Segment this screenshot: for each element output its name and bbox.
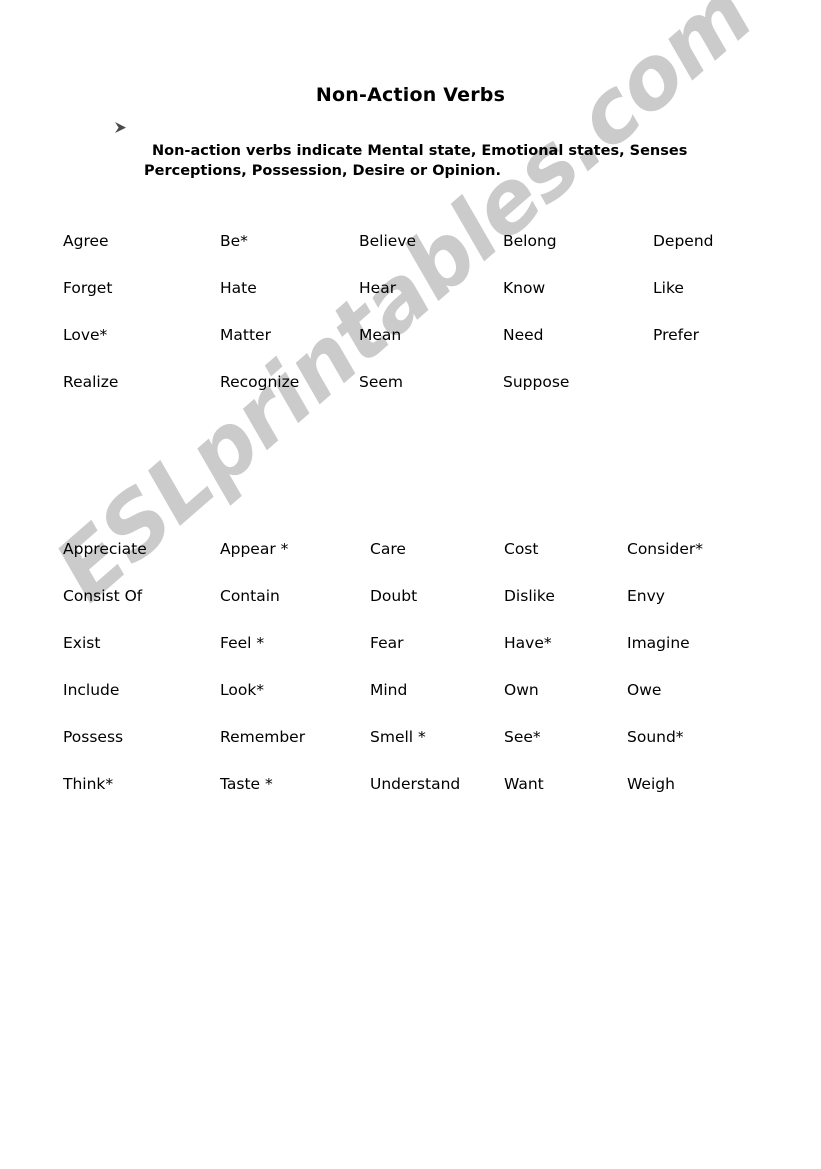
verb-item: Cost bbox=[504, 540, 539, 558]
verb-item: Know bbox=[503, 279, 546, 297]
verb-item: Dislike bbox=[504, 587, 555, 605]
page-title: Non-Action Verbs bbox=[315, 84, 506, 106]
verb-row: Realize Recognize Seem Suppose bbox=[0, 372, 821, 419]
verb-item: Depend bbox=[653, 232, 714, 250]
verb-list-group-1: Agree Be* Believe Belong Depend Forget H… bbox=[0, 231, 821, 419]
arrowhead-bullet-icon bbox=[112, 119, 130, 137]
verb-item: Look* bbox=[220, 681, 265, 699]
verb-item: Care bbox=[370, 540, 406, 558]
verb-item: Contain bbox=[220, 587, 280, 605]
verb-item: Feel * bbox=[220, 634, 265, 652]
intro-line-1: Non-action verbs indicate Mental state, … bbox=[152, 143, 688, 159]
verb-row: Think* Taste * Understand Want Weigh bbox=[0, 774, 821, 821]
verb-item: Imagine bbox=[627, 634, 690, 652]
verb-row: Appreciate Appear * Care Cost Consider* bbox=[0, 539, 821, 586]
verb-item: Appear * bbox=[220, 540, 289, 558]
verb-item: Have* bbox=[504, 634, 552, 652]
verb-row: Possess Remember Smell * See* Sound* bbox=[0, 727, 821, 774]
verb-item: Smell * bbox=[370, 728, 426, 746]
verb-item: Consider* bbox=[627, 540, 704, 558]
verb-item: Recognize bbox=[220, 373, 300, 391]
verb-item: Agree bbox=[63, 232, 109, 250]
verb-item: Belong bbox=[503, 232, 557, 250]
verb-row: Consist Of Contain Doubt Dislike Envy bbox=[0, 586, 821, 633]
verb-item: Mind bbox=[370, 681, 408, 699]
verb-item: Want bbox=[504, 775, 544, 793]
verb-item: Appreciate bbox=[63, 540, 147, 558]
verb-item: Envy bbox=[627, 587, 665, 605]
verb-item: Believe bbox=[359, 232, 417, 250]
verb-item: Need bbox=[503, 326, 544, 344]
verb-item: Realize bbox=[63, 373, 119, 391]
intro-description: Non-action verbs indicate Mental state, … bbox=[144, 141, 764, 181]
verb-row: Agree Be* Believe Belong Depend bbox=[0, 231, 821, 278]
verb-item: Taste * bbox=[220, 775, 273, 793]
verb-item: Forget bbox=[63, 279, 113, 297]
verb-item: Possess bbox=[63, 728, 124, 746]
verb-item: Matter bbox=[220, 326, 271, 344]
intro-line-2: Perceptions, Possession, Desire or Opini… bbox=[144, 163, 501, 179]
verb-row: Love* Matter Mean Need Prefer bbox=[0, 325, 821, 372]
verb-item: Be* bbox=[220, 232, 248, 250]
verb-item: See* bbox=[504, 728, 541, 746]
verb-list-group-2: Appreciate Appear * Care Cost Consider* … bbox=[0, 539, 821, 821]
verb-item: Like bbox=[653, 279, 684, 297]
verb-item: Seem bbox=[359, 373, 404, 391]
verb-item: Exist bbox=[63, 634, 101, 652]
verb-item: Fear bbox=[370, 634, 404, 652]
verb-item: Owe bbox=[627, 681, 662, 699]
verb-item: Suppose bbox=[503, 373, 570, 391]
verb-item: Think* bbox=[63, 775, 114, 793]
verb-row: Forget Hate Hear Know Like bbox=[0, 278, 821, 325]
verb-item: Mean bbox=[359, 326, 402, 344]
verb-item: Doubt bbox=[370, 587, 418, 605]
verb-item: Love* bbox=[63, 326, 108, 344]
verb-item: Prefer bbox=[653, 326, 700, 344]
verb-item: Remember bbox=[220, 728, 306, 746]
verb-row: Include Look* Mind Own Owe bbox=[0, 680, 821, 727]
verb-item: Consist Of bbox=[63, 587, 143, 605]
verb-item: Own bbox=[504, 681, 539, 699]
verb-item: Understand bbox=[370, 775, 461, 793]
verb-row: Exist Feel * Fear Have* Imagine bbox=[0, 633, 821, 680]
verb-item: Hear bbox=[359, 279, 397, 297]
verb-item: Include bbox=[63, 681, 120, 699]
verb-item: Hate bbox=[220, 279, 257, 297]
worksheet-page: ESLprintables.com Non-Action Verbs Non-a… bbox=[0, 0, 821, 1169]
verb-item: Sound* bbox=[627, 728, 684, 746]
verb-item: Weigh bbox=[627, 775, 675, 793]
